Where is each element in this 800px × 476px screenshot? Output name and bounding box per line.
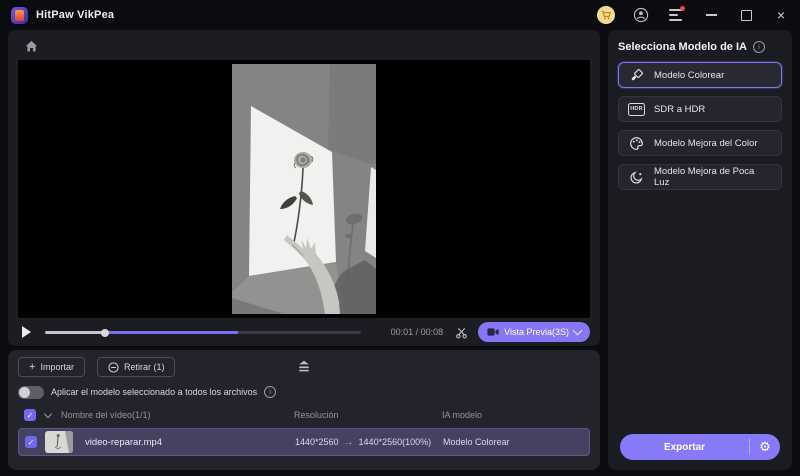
chevron-down-icon bbox=[572, 325, 583, 336]
model-button-color-enhance[interactable]: Modelo Mejora del Color bbox=[618, 130, 782, 156]
moon-icon bbox=[628, 169, 645, 186]
time-display: 00:01 / 00:08 bbox=[390, 327, 444, 337]
app-window: HitPaw VikPea × 00:01 / 00:08 Vista Prev… bbox=[0, 0, 800, 476]
sidebar-title: Selecciona Modelo de IA bbox=[618, 41, 747, 53]
import-label: Importar bbox=[40, 362, 74, 372]
play-button[interactable] bbox=[22, 326, 31, 338]
notification-dot bbox=[680, 6, 685, 11]
cart-glyph-icon bbox=[601, 10, 611, 20]
model-button-sdr-hdr[interactable]: HDR SDR a HDR bbox=[618, 96, 782, 122]
seek-handle[interactable] bbox=[101, 328, 110, 337]
model-button-low-light[interactable]: Modelo Mejora de Poca Luz bbox=[618, 164, 782, 190]
model-label: Modelo Mejora del Color bbox=[654, 137, 758, 149]
home-icon[interactable] bbox=[22, 37, 40, 55]
remove-label: Retirar (1) bbox=[123, 362, 165, 372]
column-model-header: IA modelo bbox=[442, 410, 483, 420]
title-bar: HitPaw VikPea × bbox=[0, 0, 800, 30]
cut-scissors-icon[interactable] bbox=[455, 326, 468, 339]
sidebar-header: Selecciona Modelo de IA i bbox=[608, 30, 792, 62]
export-button[interactable]: Exportar ⚙ bbox=[620, 434, 780, 460]
close-button[interactable]: × bbox=[772, 6, 790, 24]
app-title: HitPaw VikPea bbox=[36, 9, 115, 21]
collapse-panel-icon[interactable] bbox=[295, 359, 313, 378]
remove-button[interactable]: Retirar (1) bbox=[96, 357, 176, 377]
player-bar: 00:01 / 00:08 Vista Previa(3S) bbox=[8, 318, 600, 346]
app-logo-icon bbox=[11, 6, 28, 24]
table-row[interactable]: ✓ video-reparar.mp4 1440*2560 → 1440*256… bbox=[18, 428, 590, 456]
seek-slider[interactable] bbox=[45, 326, 361, 338]
preview-range bbox=[105, 331, 238, 334]
info-icon[interactable]: i bbox=[264, 386, 277, 398]
files-panel: + Importar Retirar (1) Aplicar el modelo… bbox=[8, 350, 600, 470]
video-filename: video-reparar.mp4 bbox=[85, 436, 163, 448]
video-stage bbox=[18, 60, 590, 318]
export-label: Exportar bbox=[663, 441, 706, 453]
preview-panel: 00:01 / 00:08 Vista Previa(3S) bbox=[8, 30, 600, 346]
video-camera-icon bbox=[487, 328, 499, 336]
chevron-down-icon[interactable] bbox=[43, 409, 53, 419]
plus-icon: + bbox=[29, 360, 36, 373]
video-preview-image bbox=[232, 64, 376, 314]
apply-all-row: Aplicar el modelo seleccionado a todos l… bbox=[18, 385, 590, 399]
import-button[interactable]: + Importar bbox=[18, 357, 85, 377]
resolution-from: 1440*2560 bbox=[295, 437, 339, 447]
minimize-button[interactable] bbox=[702, 6, 720, 24]
video-thumbnail bbox=[45, 431, 73, 453]
resolution-to: 1440*2560(100%) bbox=[358, 437, 432, 447]
account-icon[interactable] bbox=[632, 6, 650, 24]
maximize-button[interactable] bbox=[737, 6, 755, 24]
minus-circle-icon bbox=[108, 361, 119, 373]
menu-icon[interactable] bbox=[667, 6, 685, 24]
arrow-right-icon: → bbox=[343, 436, 354, 448]
model-button-colorize[interactable]: Modelo Colorear bbox=[618, 62, 782, 88]
store-cart-icon[interactable] bbox=[597, 6, 615, 24]
apply-all-toggle[interactable] bbox=[18, 385, 44, 399]
row-ai-model: Modelo Colorear bbox=[443, 437, 510, 447]
palette-icon bbox=[628, 135, 645, 152]
model-label: Modelo Mejora de Poca Luz bbox=[654, 166, 755, 188]
model-label: Modelo Colorear bbox=[654, 69, 725, 81]
model-sidebar: Selecciona Modelo de IA i Modelo Colorea… bbox=[608, 30, 792, 470]
preview-button[interactable]: Vista Previa(3S) bbox=[478, 322, 590, 342]
model-label: SDR a HDR bbox=[654, 103, 706, 115]
files-toolbar: + Importar Retirar (1) bbox=[18, 357, 590, 378]
row-checkbox[interactable]: ✓ bbox=[25, 436, 37, 448]
column-resolution-header: Resolución bbox=[294, 410, 339, 420]
apply-all-label: Aplicar el modelo seleccionado a todos l… bbox=[51, 387, 258, 397]
row-resolution: 1440*2560 → 1440*2560(100%) bbox=[295, 437, 431, 448]
select-all-checkbox[interactable]: ✓ bbox=[24, 409, 36, 421]
paint-brush-icon bbox=[628, 67, 645, 84]
info-icon[interactable]: i bbox=[752, 41, 765, 53]
preview-button-label: Vista Previa(3S) bbox=[504, 327, 569, 337]
table-header: ✓ Nombre del vídeo(1/1) Resolución IA mo… bbox=[18, 408, 590, 422]
column-name-header: Nombre del vídeo(1/1) bbox=[61, 410, 151, 420]
gear-icon[interactable]: ⚙ bbox=[750, 439, 780, 455]
hdr-icon: HDR bbox=[628, 101, 645, 118]
